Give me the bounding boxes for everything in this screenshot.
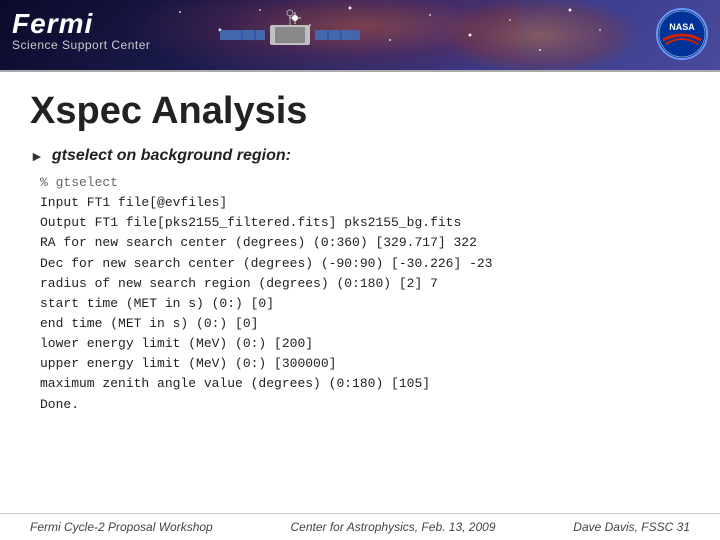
code-line-2: Input FT1 file[@evfiles] <box>40 193 690 213</box>
footer-left: Fermi Cycle-2 Proposal Workshop <box>30 520 213 534</box>
code-line-1: % gtselect <box>40 173 690 193</box>
code-line-5: Dec for new search center (degrees) (-90… <box>40 254 690 274</box>
code-block: % gtselect Input FT1 file[@evfiles] Outp… <box>30 173 690 415</box>
bullet-item-gtselect: ► gtselect on background region: <box>30 147 690 165</box>
footer: Fermi Cycle-2 Proposal Workshop Center f… <box>0 513 720 540</box>
code-line-4: RA for new search center (degrees) (0:36… <box>40 233 690 253</box>
code-line-9: lower energy limit (MeV) (0:) [200] <box>40 334 690 354</box>
main-content: Xspec Analysis ► gtselect on background … <box>0 72 720 427</box>
bullet-arrow-icon: ► <box>30 148 44 164</box>
code-line-6: radius of new search region (degrees) (0… <box>40 274 690 294</box>
code-line-10: upper energy limit (MeV) (0:) [300000] <box>40 354 690 374</box>
satellite-illustration <box>200 5 380 65</box>
ssc-label: Science Support Center <box>12 38 150 52</box>
nasa-logo: NASA <box>656 8 708 60</box>
bullet-label: gtselect on background region: <box>52 147 291 165</box>
header-banner: Fermi Science Support Center NASA <box>0 0 720 70</box>
fermi-logo: Fermi <box>12 8 93 40</box>
footer-center: Center for Astrophysics, Feb. 13, 2009 <box>291 520 496 534</box>
page-title: Xspec Analysis <box>30 90 690 133</box>
code-line-3: Output FT1 file[pks2155_filtered.fits] p… <box>40 213 690 233</box>
code-line-8: end time (MET in s) (0:) [0] <box>40 314 690 334</box>
code-line-11: maximum zenith angle value (degrees) (0:… <box>40 374 690 394</box>
footer-right: Dave Davis, FSSC 31 <box>573 520 690 534</box>
svg-text:NASA: NASA <box>669 22 695 32</box>
code-line-7: start time (MET in s) (0:) [0] <box>40 294 690 314</box>
code-line-12: Done. <box>40 395 690 415</box>
